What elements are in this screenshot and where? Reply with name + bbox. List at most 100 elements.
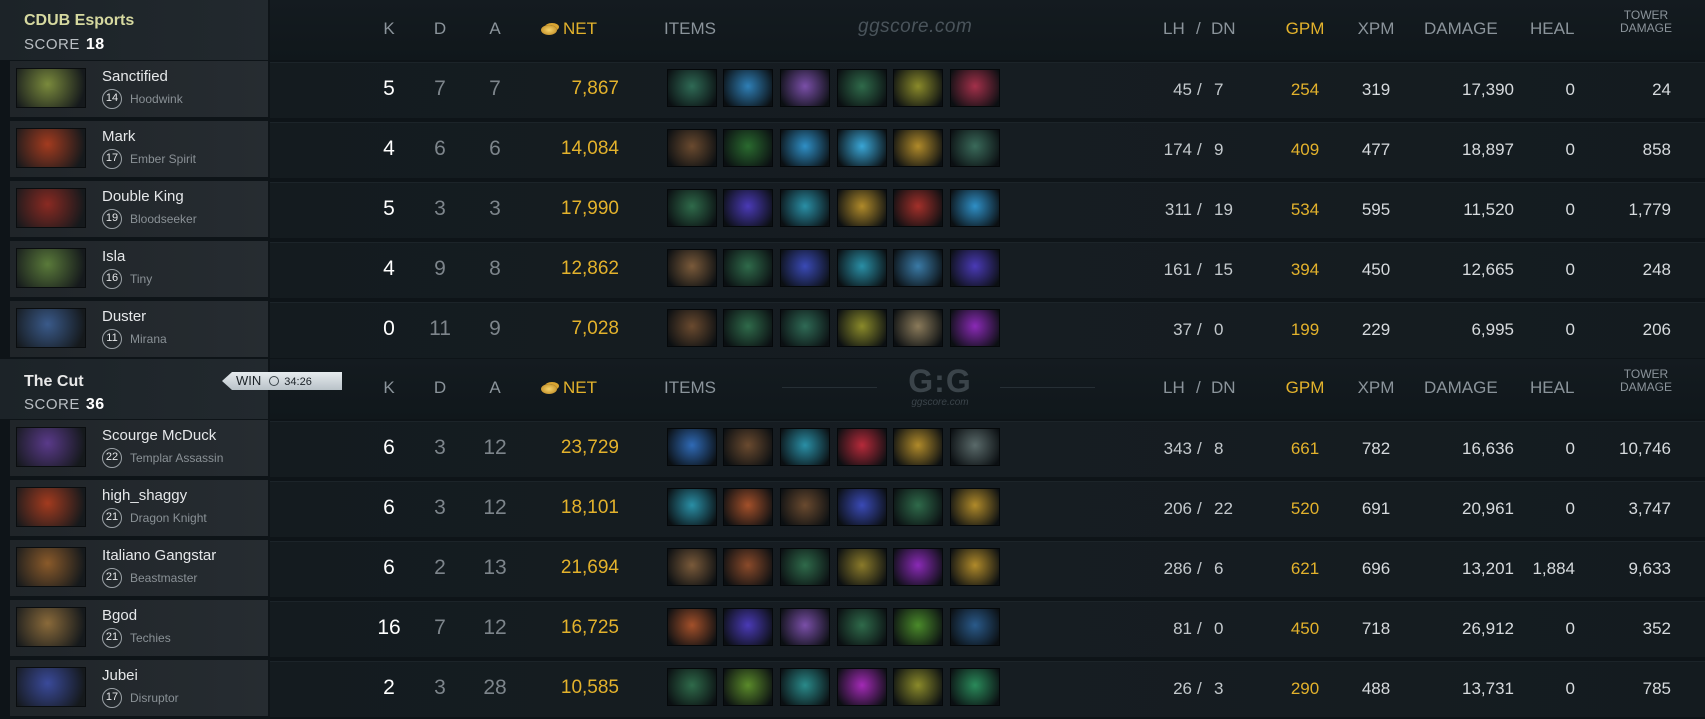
helm-item-icon[interactable] — [893, 428, 943, 466]
team-name: CDUB Esports — [24, 12, 135, 29]
player-name[interactable]: high_shaggy — [102, 487, 187, 504]
assists-value: 13 — [483, 556, 507, 579]
player-card[interactable]: high_shaggy 21 Dragon Knight — [10, 480, 268, 536]
player-card[interactable]: Double King 19 Bloodseeker — [10, 181, 268, 237]
wraith-item-icon[interactable] — [723, 129, 773, 167]
kills-value: 6 — [383, 556, 395, 579]
cloak-item-icon[interactable] — [723, 608, 773, 646]
player-name[interactable]: Bgod — [102, 607, 137, 624]
header-assists: A — [489, 19, 501, 38]
net-worth-value: 10,585 — [560, 677, 619, 698]
player-name[interactable]: Duster — [102, 308, 146, 325]
branch-item-icon[interactable] — [723, 249, 773, 287]
tranquil-item-icon[interactable] — [950, 668, 1000, 706]
blade-item-icon[interactable] — [667, 488, 717, 526]
helm-item-icon[interactable] — [837, 189, 887, 227]
helmet-item-icon[interactable] — [723, 548, 773, 586]
player-card[interactable]: Bgod 21 Techies — [10, 600, 268, 656]
claw-item-icon[interactable] — [950, 428, 1000, 466]
maelstrom-item-icon[interactable] — [780, 129, 830, 167]
lens-item-icon[interactable] — [950, 608, 1000, 646]
kills-value: 5 — [383, 77, 395, 100]
player-card[interactable]: Duster 11 Mirana — [10, 301, 268, 357]
hero-portrait — [16, 128, 86, 168]
player-name[interactable]: Double King — [102, 188, 184, 205]
branch-item-icon[interactable] — [780, 548, 830, 586]
mask-item-icon[interactable] — [837, 309, 887, 347]
player-card[interactable]: Isla 16 Tiny — [10, 241, 268, 297]
shield-item-icon[interactable] — [893, 309, 943, 347]
lh-separator: / — [1197, 320, 1202, 339]
header-tower-damage: TOWER DAMAGE — [1606, 368, 1686, 394]
player-name[interactable]: Sanctified — [102, 68, 168, 85]
boots-item-icon[interactable] — [780, 488, 830, 526]
bracer-item-icon[interactable] — [723, 488, 773, 526]
player-card[interactable]: Scourge McDuck 22 Templar Assassin — [10, 420, 268, 476]
header-denies: DN — [1211, 378, 1236, 397]
helm-item-icon[interactable] — [950, 548, 1000, 586]
mask-item-icon[interactable] — [893, 668, 943, 706]
sword-item-icon[interactable] — [893, 608, 943, 646]
orb-item-icon[interactable] — [723, 69, 773, 107]
orb-item-icon[interactable] — [893, 548, 943, 586]
player-name[interactable]: Jubei — [102, 667, 138, 684]
boot-item-icon[interactable] — [667, 608, 717, 646]
gem-item-icon[interactable] — [837, 668, 887, 706]
seed-item-icon[interactable] — [723, 668, 773, 706]
branch-item-icon[interactable] — [837, 608, 887, 646]
orb-item-icon[interactable] — [667, 428, 717, 466]
boots-item-icon[interactable] — [667, 129, 717, 167]
scepter-item-icon[interactable] — [837, 488, 887, 526]
staff-item-icon[interactable] — [780, 309, 830, 347]
wisp-item-icon[interactable] — [780, 668, 830, 706]
header-kills: K — [383, 19, 395, 38]
branch-item-icon[interactable] — [667, 668, 717, 706]
branch-item-icon[interactable] — [723, 309, 773, 347]
player-card[interactable]: Sanctified 14 Hoodwink — [10, 61, 268, 117]
boots-item-icon[interactable] — [667, 309, 717, 347]
player-name[interactable]: Scourge McDuck — [102, 427, 216, 444]
chest-item-icon[interactable] — [950, 129, 1000, 167]
net-worth-value: 7,028 — [571, 318, 619, 339]
player-card[interactable]: Italiano Gangstar 21 Beastmaster — [10, 540, 268, 596]
scepter-item-icon[interactable] — [780, 249, 830, 287]
boots-item-icon[interactable] — [723, 428, 773, 466]
blade-item-icon[interactable] — [780, 428, 830, 466]
deaths-value: 3 — [434, 676, 446, 699]
xpm-value: 696 — [1361, 559, 1391, 578]
gauntlet-item-icon[interactable] — [893, 189, 943, 227]
player-card[interactable]: Mark 17 Ember Spirit — [10, 121, 268, 177]
wand-item-icon[interactable] — [893, 249, 943, 287]
clock-icon — [269, 376, 280, 386]
axe-item-icon[interactable] — [667, 548, 717, 586]
team-score: SCORE 18 — [24, 36, 105, 54]
mask-item-icon[interactable] — [893, 69, 943, 107]
deaths-value: 6 — [434, 137, 446, 160]
ring-item-icon[interactable] — [950, 309, 1000, 347]
player-card[interactable]: Jubei 17 Disruptor — [10, 660, 268, 716]
staff-item-icon[interactable] — [667, 69, 717, 107]
branch-item-icon[interactable] — [893, 488, 943, 526]
header-xpm: XPM — [1357, 378, 1395, 397]
blade-item-icon[interactable] — [837, 249, 887, 287]
last-hits-value: 311 — [1164, 200, 1192, 219]
helm-item-icon[interactable] — [893, 129, 943, 167]
blade-item-icon[interactable] — [780, 189, 830, 227]
drum-item-icon[interactable] — [837, 548, 887, 586]
branch-item-icon[interactable] — [837, 69, 887, 107]
player-name[interactable]: Italiano Gangstar — [102, 547, 216, 564]
scythe-item-icon[interactable] — [837, 428, 887, 466]
player-name[interactable]: Isla — [102, 248, 125, 265]
header-net-worth: NET — [541, 378, 597, 398]
bottle-item-icon[interactable] — [780, 69, 830, 107]
player-name[interactable]: Mark — [102, 128, 135, 145]
axe-item-icon[interactable] — [667, 249, 717, 287]
helm-item-icon[interactable] — [950, 488, 1000, 526]
cloak-item-icon[interactable] — [950, 249, 1000, 287]
crystal-item-icon[interactable] — [837, 129, 887, 167]
branch-item-icon[interactable] — [667, 189, 717, 227]
cloak-item-icon[interactable] — [723, 189, 773, 227]
armor-item-icon[interactable] — [950, 69, 1000, 107]
maelstrom-item-icon[interactable] — [950, 189, 1000, 227]
bottle-item-icon[interactable] — [780, 608, 830, 646]
